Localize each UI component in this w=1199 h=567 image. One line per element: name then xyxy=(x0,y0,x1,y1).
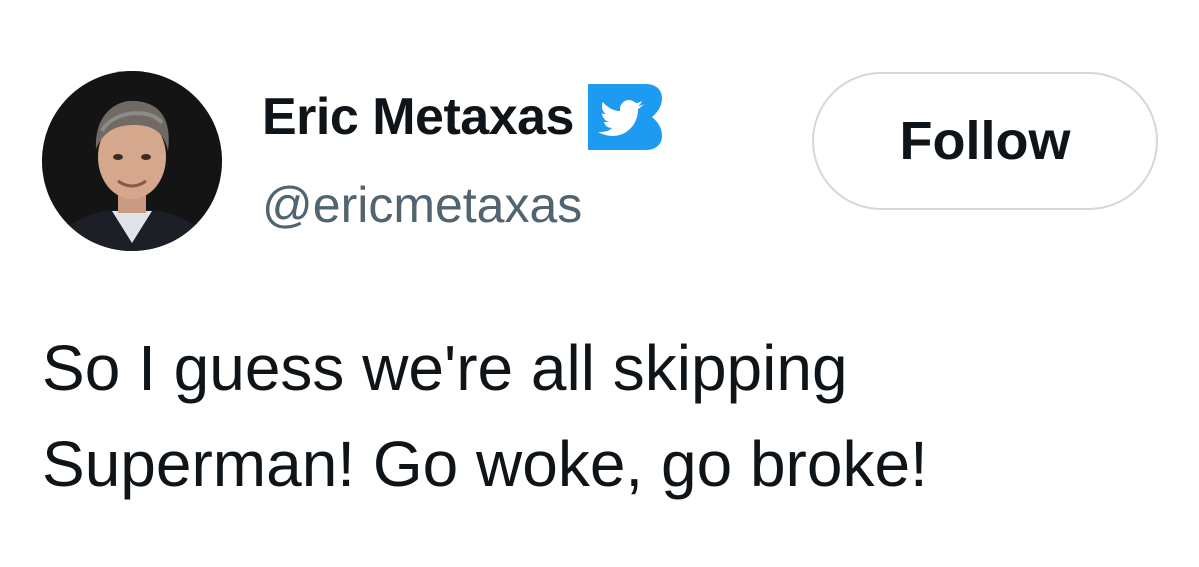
tweet-card: Eric Metaxas @ericmetaxas Follow So I gu… xyxy=(0,0,1199,567)
avatar[interactable] xyxy=(42,71,222,251)
follow-button[interactable]: Follow xyxy=(812,72,1158,210)
author-name-row: Eric Metaxas xyxy=(262,84,666,150)
tweet-text-line-1: So I guess we're all skipping xyxy=(42,332,848,404)
twitter-bird-badge-icon xyxy=(587,84,666,150)
tweet-text: So I guess we're all skipping Superman! … xyxy=(42,320,1142,512)
profile-photo xyxy=(42,71,222,251)
user-handle[interactable]: @ericmetaxas xyxy=(262,176,582,234)
display-name[interactable]: Eric Metaxas xyxy=(262,87,574,147)
tweet-text-line-2: Superman! Go woke, go broke! xyxy=(42,428,928,500)
